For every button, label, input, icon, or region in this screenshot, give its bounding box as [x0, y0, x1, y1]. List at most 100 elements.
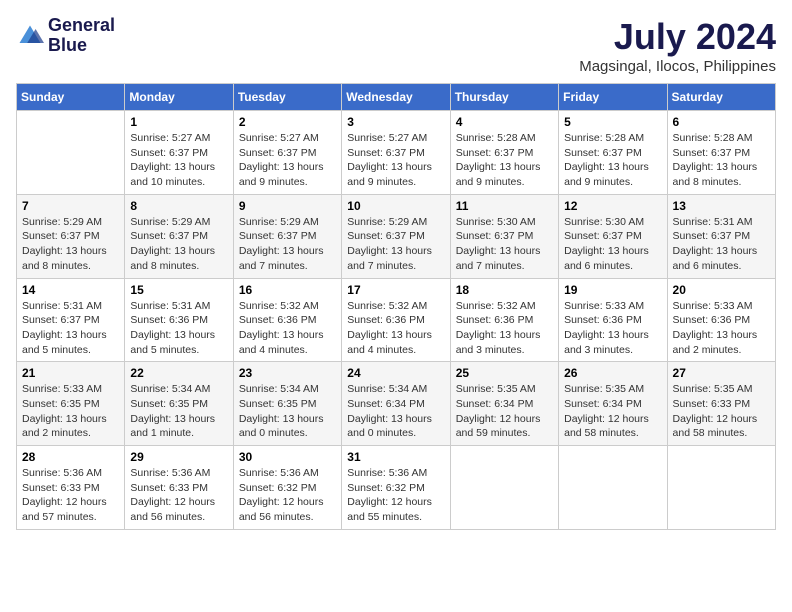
- calendar-cell: 14 Sunrise: 5:31 AMSunset: 6:37 PMDayligh…: [17, 278, 125, 362]
- calendar-cell: 20 Sunrise: 5:33 AMSunset: 6:36 PMDayligh…: [667, 278, 775, 362]
- calendar-cell: 26 Sunrise: 5:35 AMSunset: 6:34 PMDayligh…: [559, 362, 667, 446]
- month-title: July 2024: [579, 16, 776, 58]
- calendar-cell: 29Sunrise: 5:36 AMSunset: 6:33 PMDayligh…: [125, 446, 233, 530]
- day-info: Sunrise: 5:34 AMSunset: 6:35 PMDaylight:…: [239, 382, 336, 441]
- calendar-cell: 22 Sunrise: 5:34 AMSunset: 6:35 PMDayligh…: [125, 362, 233, 446]
- day-info: Sunrise: 5:29 AMSunset: 6:37 PMDaylight:…: [22, 215, 119, 274]
- day-number: 11: [456, 199, 553, 213]
- weekday-header-wednesday: Wednesday: [342, 84, 450, 111]
- day-info: Sunrise: 5:30 AMSunset: 6:37 PMDaylight:…: [456, 215, 553, 274]
- day-number: 21: [22, 366, 119, 380]
- location-title: Magsingal, Ilocos, Philippines: [579, 58, 776, 75]
- calendar-cell: 23 Sunrise: 5:34 AMSunset: 6:35 PMDayligh…: [233, 362, 341, 446]
- day-number: 9: [239, 199, 336, 213]
- day-number: 31: [347, 450, 444, 464]
- calendar-cell: 28 Sunrise: 5:36 AMSunset: 6:33 PMDayligh…: [17, 446, 125, 530]
- day-info: Sunrise: 5:27 AMSunset: 6:37 PMDaylight:…: [239, 131, 336, 190]
- calendar-table: SundayMondayTuesdayWednesdayThursdayFrid…: [16, 83, 776, 530]
- calendar-cell: [667, 446, 775, 530]
- day-info: Sunrise: 5:34 AMSunset: 6:35 PMDaylight:…: [130, 382, 227, 441]
- calendar-cell: 27Sunrise: 5:35 AMSunset: 6:33 PMDayligh…: [667, 362, 775, 446]
- logo: General Blue: [16, 16, 115, 56]
- day-info: Sunrise: 5:36 AMSunset: 6:32 PMDaylight:…: [239, 466, 336, 525]
- day-number: 19: [564, 283, 661, 297]
- weekday-header-saturday: Saturday: [667, 84, 775, 111]
- day-number: 13: [673, 199, 770, 213]
- day-number: 7: [22, 199, 119, 213]
- day-info: Sunrise: 5:36 AMSunset: 6:32 PMDaylight:…: [347, 466, 444, 525]
- weekday-header-monday: Monday: [125, 84, 233, 111]
- day-number: 24: [347, 366, 444, 380]
- calendar-cell: 3 Sunrise: 5:27 AMSunset: 6:37 PMDaylight…: [342, 111, 450, 195]
- title-section: July 2024 Magsingal, Ilocos, Philippines: [579, 16, 776, 75]
- day-info: Sunrise: 5:36 AMSunset: 6:33 PMDaylight:…: [22, 466, 119, 525]
- day-number: 14: [22, 283, 119, 297]
- weekday-header-row: SundayMondayTuesdayWednesdayThursdayFrid…: [17, 84, 776, 111]
- day-info: Sunrise: 5:29 AMSunset: 6:37 PMDaylight:…: [347, 215, 444, 274]
- day-info: Sunrise: 5:27 AMSunset: 6:37 PMDaylight:…: [347, 131, 444, 190]
- day-info: Sunrise: 5:35 AMSunset: 6:34 PMDaylight:…: [564, 382, 661, 441]
- calendar-cell: 17Sunrise: 5:32 AMSunset: 6:36 PMDayligh…: [342, 278, 450, 362]
- calendar-cell: 13Sunrise: 5:31 AMSunset: 6:37 PMDayligh…: [667, 194, 775, 278]
- calendar-cell: 8 Sunrise: 5:29 AMSunset: 6:37 PMDaylight…: [125, 194, 233, 278]
- calendar-cell: 25 Sunrise: 5:35 AMSunset: 6:34 PMDayligh…: [450, 362, 558, 446]
- calendar-cell: 1Sunrise: 5:27 AMSunset: 6:37 PMDaylight…: [125, 111, 233, 195]
- day-info: Sunrise: 5:36 AMSunset: 6:33 PMDaylight:…: [130, 466, 227, 525]
- day-number: 16: [239, 283, 336, 297]
- calendar-cell: [559, 446, 667, 530]
- day-number: 26: [564, 366, 661, 380]
- day-number: 30: [239, 450, 336, 464]
- day-info: Sunrise: 5:31 AMSunset: 6:37 PMDaylight:…: [22, 299, 119, 358]
- day-number: 4: [456, 115, 553, 129]
- day-number: 5: [564, 115, 661, 129]
- day-info: Sunrise: 5:33 AMSunset: 6:36 PMDaylight:…: [673, 299, 770, 358]
- day-number: 25: [456, 366, 553, 380]
- day-number: 18: [456, 283, 553, 297]
- day-number: 12: [564, 199, 661, 213]
- calendar-body: 1 Sunrise: 5:27 AMSunset: 6:37 PMDaylight…: [17, 111, 776, 530]
- day-info: Sunrise: 5:32 AMSunset: 6:36 PMDaylight:…: [347, 299, 444, 358]
- day-info: Sunrise: 5:28 AMSunset: 6:37 PMDaylight:…: [673, 131, 770, 190]
- day-number: 28: [22, 450, 119, 464]
- day-number: 6: [673, 115, 770, 129]
- calendar-cell: 12 Sunrise: 5:30 AMSunset: 6:37 PMDayligh…: [559, 194, 667, 278]
- calendar-cell: 30 Sunrise: 5:36 AMSunset: 6:32 PMDayligh…: [233, 446, 341, 530]
- calendar-cell: 31 Sunrise: 5:36 AMSunset: 6:32 PMDayligh…: [342, 446, 450, 530]
- calendar-cell: 11 Sunrise: 5:30 AMSunset: 6:37 PMDayligh…: [450, 194, 558, 278]
- calendar-cell: 18 Sunrise: 5:32 AMSunset: 6:36 PMDayligh…: [450, 278, 558, 362]
- day-info: Sunrise: 5:33 AMSunset: 6:35 PMDaylight:…: [22, 382, 119, 441]
- day-number: 2: [239, 115, 336, 129]
- day-info: Sunrise: 5:32 AMSunset: 6:36 PMDaylight:…: [239, 299, 336, 358]
- calendar-cell: [450, 446, 558, 530]
- week-row-3: 14 Sunrise: 5:31 AMSunset: 6:37 PMDayligh…: [17, 278, 776, 362]
- day-info: Sunrise: 5:32 AMSunset: 6:36 PMDaylight:…: [456, 299, 553, 358]
- weekday-header-friday: Friday: [559, 84, 667, 111]
- week-row-1: 1 Sunrise: 5:27 AMSunset: 6:37 PMDaylight…: [17, 111, 776, 195]
- calendar-cell: [17, 111, 125, 195]
- day-number: 1: [130, 115, 227, 129]
- day-number: 8: [130, 199, 227, 213]
- day-number: 3: [347, 115, 444, 129]
- day-info: Sunrise: 5:35 AMSunset: 6:34 PMDaylight:…: [456, 382, 553, 441]
- calendar-cell: 21 Sunrise: 5:33 AMSunset: 6:35 PMDayligh…: [17, 362, 125, 446]
- calendar-cell: 24 Sunrise: 5:34 AMSunset: 6:34 PMDayligh…: [342, 362, 450, 446]
- week-row-5: 28 Sunrise: 5:36 AMSunset: 6:33 PMDayligh…: [17, 446, 776, 530]
- calendar-cell: 19Sunrise: 5:33 AMSunset: 6:36 PMDayligh…: [559, 278, 667, 362]
- logo-text: General Blue: [48, 16, 115, 56]
- day-number: 23: [239, 366, 336, 380]
- calendar-cell: 7 Sunrise: 5:29 AMSunset: 6:37 PMDaylight…: [17, 194, 125, 278]
- calendar-cell: 10Sunrise: 5:29 AMSunset: 6:37 PMDayligh…: [342, 194, 450, 278]
- calendar-cell: 2 Sunrise: 5:27 AMSunset: 6:37 PMDaylight…: [233, 111, 341, 195]
- day-number: 22: [130, 366, 227, 380]
- week-row-2: 7 Sunrise: 5:29 AMSunset: 6:37 PMDaylight…: [17, 194, 776, 278]
- day-info: Sunrise: 5:28 AMSunset: 6:37 PMDaylight:…: [456, 131, 553, 190]
- page-header: General Blue July 2024 Magsingal, Ilocos…: [16, 16, 776, 75]
- day-info: Sunrise: 5:34 AMSunset: 6:34 PMDaylight:…: [347, 382, 444, 441]
- day-info: Sunrise: 5:30 AMSunset: 6:37 PMDaylight:…: [564, 215, 661, 274]
- day-number: 20: [673, 283, 770, 297]
- day-number: 27: [673, 366, 770, 380]
- calendar-cell: 15Sunrise: 5:31 AMSunset: 6:36 PMDayligh…: [125, 278, 233, 362]
- day-info: Sunrise: 5:28 AMSunset: 6:37 PMDaylight:…: [564, 131, 661, 190]
- calendar-cell: 16 Sunrise: 5:32 AMSunset: 6:36 PMDayligh…: [233, 278, 341, 362]
- day-info: Sunrise: 5:29 AMSunset: 6:37 PMDaylight:…: [130, 215, 227, 274]
